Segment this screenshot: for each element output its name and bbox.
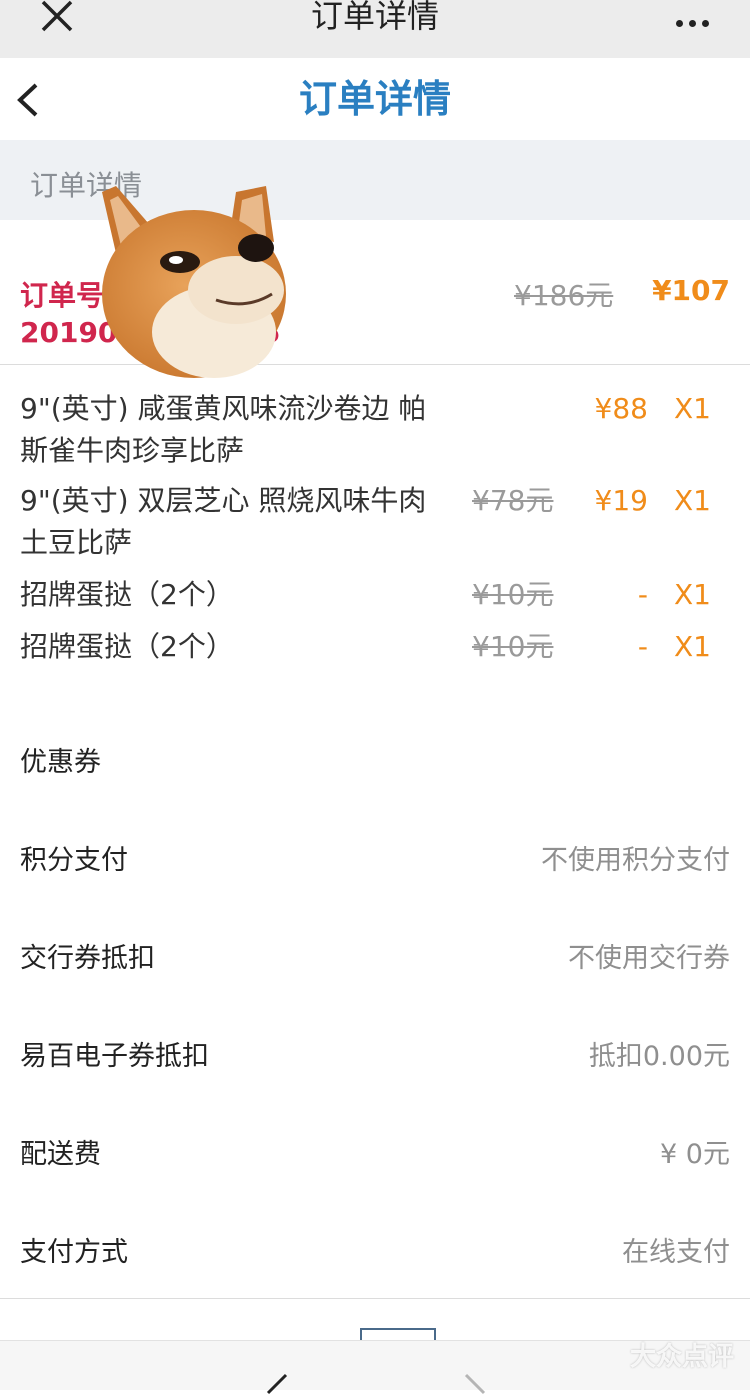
order-number-label: 订单号 [20, 279, 105, 312]
row-label: 积分支付 [20, 845, 128, 876]
item-qty: X1 [674, 392, 711, 425]
item-name: 招牌蛋挞（2个） [20, 630, 234, 663]
watermark-logo: 大众点评 [629, 1342, 734, 1372]
item-name: 招牌蛋挞（2个） [20, 578, 234, 611]
row-value: 不使用交行券 [568, 943, 730, 974]
nav-forward-icon[interactable] [462, 1371, 490, 1395]
row-label: 易百电子券抵扣 [20, 1041, 209, 1072]
item-qty: X1 [674, 578, 711, 611]
delivery-fee-row: 配送费 ¥ 0元 [0, 1102, 750, 1201]
item-price: - [637, 578, 648, 611]
list-item: 9"(英寸) 咸蛋黄风味流沙卷边 帕斯雀牛肉珍享比萨 ¥88 X1 [0, 388, 750, 472]
item-name: 9"(英寸) 咸蛋黄风味流沙卷边 帕斯雀牛肉珍享比萨 [20, 392, 427, 467]
row-value: 在线支付 [622, 1237, 730, 1268]
coupon-row[interactable]: 优惠券 [0, 710, 750, 809]
item-original-price: ¥10元 [472, 578, 554, 611]
row-label: 交行券抵扣 [20, 943, 155, 974]
row-value: ¥ 0元 [660, 1139, 730, 1170]
page-title: 订单详情 [298, 77, 451, 121]
bocom-coupon-row[interactable]: 交行券抵扣 不使用交行券 [0, 906, 750, 1005]
item-qty: X1 [674, 630, 711, 663]
item-price: ¥19 [594, 484, 648, 517]
row-value: 抵扣0.00元 [588, 1041, 730, 1072]
row-label: 优惠券 [20, 747, 101, 778]
order-total: ¥107 [652, 274, 730, 307]
order-original-total: ¥186元 [514, 279, 614, 312]
wechat-title: 订单详情 [310, 0, 439, 35]
points-payment-row[interactable]: 积分支付 不使用积分支付 [0, 808, 750, 907]
more-dots-icon[interactable] [676, 12, 716, 27]
item-qty: X1 [674, 484, 711, 517]
nav-bar: 订单详情 [0, 58, 750, 140]
item-price: - [637, 630, 648, 663]
row-value: 不使用积分支付 [541, 845, 730, 876]
doge-sticker-image [102, 186, 286, 378]
row-label: 支付方式 [20, 1237, 128, 1268]
wechat-title-bar: 订单详情 [0, 0, 750, 58]
row-label: 配送费 [20, 1139, 101, 1170]
list-item: 招牌蛋挞（2个） ¥10元 - X1 [0, 574, 750, 616]
list-item: 9"(英寸) 双层芝心 照烧风味牛肉土豆比萨 ¥78元 ¥19 X1 [0, 480, 750, 564]
item-name: 9"(英寸) 双层芝心 照烧风味牛肉土豆比萨 [20, 484, 427, 559]
payment-method-row[interactable]: 支付方式 在线支付 [0, 1200, 750, 1299]
item-original-price: ¥78元 [472, 484, 554, 517]
item-original-price: ¥10元 [472, 630, 554, 663]
ebai-voucher-row[interactable]: 易百电子券抵扣 抵扣0.00元 [0, 1004, 750, 1103]
list-item: 招牌蛋挞（2个） ¥10元 - X1 [0, 626, 750, 668]
nav-back-icon[interactable] [262, 1371, 290, 1395]
order-items: 9"(英寸) 咸蛋黄风味流沙卷边 帕斯雀牛肉珍享比萨 ¥88 X1 9"(英寸)… [0, 364, 750, 711]
item-price: ¥88 [594, 392, 648, 425]
